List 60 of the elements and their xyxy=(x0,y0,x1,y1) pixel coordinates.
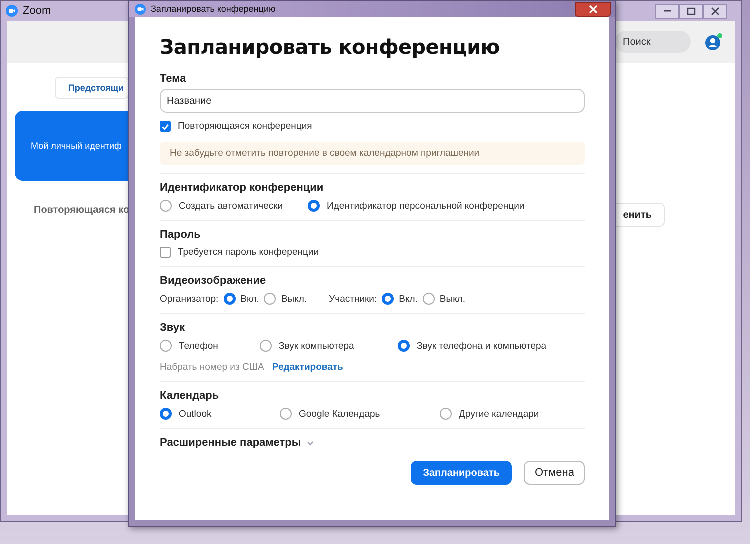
checkbox[interactable] xyxy=(160,247,171,258)
option-label: Телефон xyxy=(179,340,218,352)
option-label: Создать автоматически xyxy=(179,200,284,212)
section-label: Звук xyxy=(160,322,186,334)
radio-button[interactable] xyxy=(160,408,172,420)
option-label: Выкл. xyxy=(281,294,308,304)
cancel-button[interactable]: Отмена xyxy=(524,461,585,485)
radio-button[interactable] xyxy=(308,200,320,212)
option-label: Вкл. xyxy=(240,294,260,304)
radio-button[interactable] xyxy=(264,293,276,305)
close-icon xyxy=(710,6,720,16)
option-label: Звук компьютера xyxy=(279,340,354,352)
radio-button[interactable] xyxy=(260,340,272,352)
close-icon xyxy=(588,4,598,14)
search-field[interactable]: Поиск xyxy=(615,31,691,53)
radio-button[interactable] xyxy=(224,293,236,305)
maximize-icon xyxy=(686,6,696,16)
window-title: Запланировать конференцию xyxy=(151,4,276,14)
option-label: Вкл. xyxy=(399,294,418,304)
dial-in-text: Набрать номер из США xyxy=(160,362,264,373)
close-button[interactable] xyxy=(703,4,727,18)
chevron-down-icon xyxy=(307,440,314,446)
notice-banner: Не забудьте отметить повторение в своем календарном приглашении xyxy=(160,142,585,165)
topic-field[interactable]: Название xyxy=(160,89,585,113)
upcoming-tab[interactable]: Предстоящи xyxy=(55,77,129,99)
radio-button[interactable] xyxy=(422,293,435,305)
section-label: Видеоизображение xyxy=(160,275,268,287)
option-label: Outlook xyxy=(179,408,212,420)
radio-button[interactable] xyxy=(398,340,410,352)
maximize-button[interactable] xyxy=(679,4,703,18)
edit-link[interactable]: Редактировать xyxy=(272,362,344,373)
section-label: Идентификатор конференции xyxy=(160,182,325,194)
checkbox-label: Повторяющаяся конференция xyxy=(178,121,312,132)
camera-logo-icon xyxy=(135,4,146,14)
close-button[interactable] xyxy=(575,2,611,16)
dialog-heading: Запланировать конференцию xyxy=(160,35,501,59)
group-label: Участники: xyxy=(329,294,378,304)
option-label: Выкл. xyxy=(440,294,466,304)
radio-button[interactable] xyxy=(160,340,172,352)
option-label: Google Календарь xyxy=(299,408,380,420)
option-label: Звук телефона и компьютера xyxy=(417,340,547,352)
option-label: Идентификатор персональной конференции xyxy=(327,200,525,212)
radio-button[interactable] xyxy=(382,293,394,305)
checkbox-label: Требуется пароль конференции xyxy=(178,247,320,258)
radio-button[interactable] xyxy=(440,408,452,420)
window-title: Zoom xyxy=(23,5,52,17)
radio-button[interactable] xyxy=(160,200,172,212)
advanced-options-toggle[interactable]: Расширенные параметры xyxy=(160,437,302,449)
radio-button[interactable] xyxy=(280,408,292,420)
avatar-icon xyxy=(705,33,723,51)
option-label: Другие календари xyxy=(459,408,540,420)
camera-logo-icon xyxy=(6,5,18,17)
section-label: Календарь xyxy=(160,390,220,402)
checkbox[interactable] xyxy=(160,121,171,132)
section-label: Тема xyxy=(160,73,188,85)
group-label: Организатор: xyxy=(160,294,219,304)
schedule-button[interactable]: Запланировать xyxy=(411,461,512,485)
minimize-icon xyxy=(664,10,670,12)
card-title: Мой личный идентиф xyxy=(31,141,122,151)
section-label: Пароль xyxy=(160,229,202,241)
